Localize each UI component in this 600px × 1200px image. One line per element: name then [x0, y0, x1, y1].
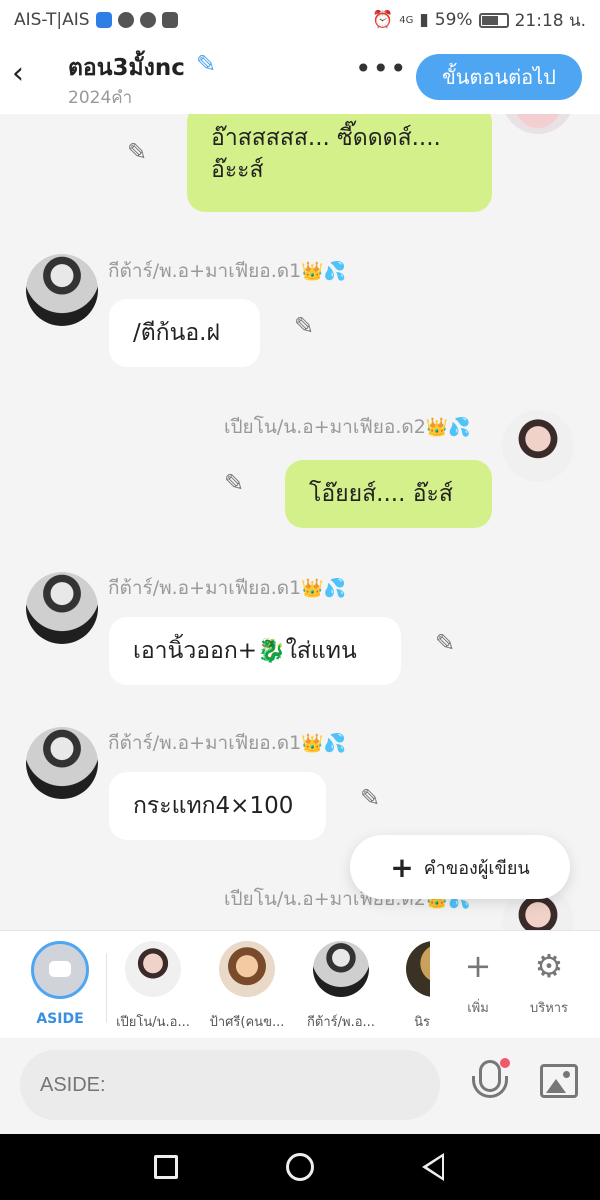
character-avatar	[406, 941, 430, 997]
message-text: เอานิ้วออก+🐉ใส่แทน	[133, 638, 357, 664]
word-count: 2024คำ	[68, 88, 133, 108]
add-label: เพิ่ม	[467, 1001, 489, 1016]
crown-splash-emoji: 👑💦	[301, 733, 346, 754]
carrier-label: AIS-T|AIS	[14, 10, 90, 30]
crown-splash-emoji: 👑💦	[301, 261, 346, 282]
message-text-line: อ๊ะะส์	[211, 157, 264, 183]
message-bubble[interactable]: เอานิ้วออก+🐉ใส่แทน	[109, 617, 401, 685]
recent-apps-button[interactable]	[154, 1155, 178, 1179]
character-name: กีต้าร์/พ.อ...	[307, 1015, 375, 1030]
divider	[106, 953, 107, 1023]
clock: 21:18 น.	[514, 10, 586, 31]
chat-area[interactable]: ✎ อ๊าสสสสส... ซี๊ดดดส์.... อ๊ะะส์ กีต้าร…	[0, 114, 600, 930]
gear-icon: ⚙	[534, 947, 564, 985]
manage-characters-button[interactable]: ⚙ บริหาร	[519, 941, 579, 1018]
sender-name: กีต้าร์/พ.อ+มาเฟียอ.ด1👑💦	[108, 260, 346, 282]
message-text: /ตีก้นอ.ฝ	[133, 320, 220, 346]
plus-icon: +	[390, 850, 414, 884]
character-bar: ASIDE เปียโน/น.อ... ป้าศรี(คนข... กีต้าร…	[0, 930, 600, 1038]
message-bubble[interactable]: อ๊าสสสสส... ซี๊ดดดส์.... อ๊ะะส์	[187, 114, 492, 212]
image-upload-button[interactable]	[540, 1064, 578, 1098]
character-item[interactable]: นิร	[390, 941, 430, 1032]
header: ‹ ตอน3มั้งnc ✎ 2024คำ ••• ขั้นตอนต่อไป	[0, 40, 600, 114]
message-bubble[interactable]: โอ๊ยยส์.... อ๊ะส์	[285, 460, 492, 528]
author-note-label: คำของผู้เขียน	[423, 857, 530, 879]
avatar-piano[interactable]	[502, 114, 574, 134]
shield-icon	[95, 12, 112, 28]
input-bar	[0, 1038, 600, 1134]
microphone-button[interactable]	[470, 1058, 510, 1108]
avatar-guitar[interactable]	[26, 727, 98, 799]
edit-message-icon[interactable]: ✎	[123, 138, 151, 166]
battery-icon	[478, 12, 509, 28]
home-button[interactable]	[286, 1153, 314, 1181]
more-menu-button[interactable]: •••	[355, 52, 408, 85]
message-input[interactable]	[20, 1050, 440, 1120]
system-back-button[interactable]	[422, 1153, 444, 1181]
network-label: 4G	[399, 14, 414, 26]
message-bubble[interactable]: /ตีก้นอ.ฝ	[109, 299, 260, 367]
edit-message-icon[interactable]: ✎	[220, 469, 248, 497]
status-bar: AIS-T|AIS ⏰ 4G ▮ 59% 21:18 น.	[0, 0, 600, 40]
character-name: เปียโน/น.อ...	[116, 1015, 190, 1030]
edit-message-icon[interactable]: ✎	[290, 312, 318, 340]
character-item[interactable]: เปียโน/น.อ...	[110, 941, 196, 1032]
alarm-icon: ⏰	[372, 10, 394, 30]
messenger-icon	[117, 12, 134, 28]
character-item[interactable]: ป้าศรี(คนข...	[204, 941, 290, 1032]
author-note-button[interactable]: + คำของผู้เขียน	[350, 835, 570, 899]
character-avatar	[125, 941, 181, 997]
message-text: กระแทก4×100	[133, 793, 294, 819]
character-item[interactable]: กีต้าร์/พ.อ...	[298, 941, 384, 1032]
message-text-line: อ๊าสสสสส... ซี๊ดดดส์....	[211, 125, 441, 151]
crown-splash-emoji: 👑💦	[425, 417, 471, 438]
sender-name: กีต้าร์/พ.อ+มาเฟียอ.ด1👑💦	[108, 577, 346, 599]
next-step-button[interactable]: ขั้นตอนต่อไป	[416, 54, 582, 100]
story-title[interactable]: ตอน3มั้งnc	[68, 50, 185, 86]
manage-label: บริหาร	[529, 1001, 569, 1016]
cloud-icon	[139, 12, 156, 28]
notification-dot	[500, 1058, 510, 1068]
signal-icon: ▮	[419, 10, 429, 30]
character-name: ป้าศรี(คนข...	[209, 1015, 285, 1030]
crown-splash-emoji: 👑💦	[301, 578, 346, 599]
microphone-stand	[472, 1076, 508, 1098]
plus-icon: +	[464, 947, 492, 985]
sender-name: กีต้าร์/พ.อ+มาเฟียอ.ด1👑💦	[108, 732, 346, 754]
character-avatar	[219, 941, 275, 997]
edit-title-icon[interactable]: ✎	[196, 50, 216, 78]
message-bubble[interactable]: กระแทก4×100	[109, 772, 326, 840]
character-avatar	[313, 941, 369, 997]
avatar-guitar[interactable]	[26, 254, 98, 326]
system-nav-bar	[0, 1134, 600, 1200]
message-text: โอ๊ยยส์.... อ๊ะส์	[309, 481, 453, 507]
edit-message-icon[interactable]: ✎	[356, 784, 384, 812]
aside-label: ASIDE	[36, 1011, 84, 1027]
back-button[interactable]: ‹	[12, 54, 42, 94]
avatar-guitar[interactable]	[26, 572, 98, 644]
sender-name: เปียโน/น.อ+มาเฟียอ.ด2👑💦	[224, 416, 471, 438]
edit-message-icon[interactable]: ✎	[431, 629, 459, 657]
character-name: นิร	[414, 1015, 430, 1030]
aside-character[interactable]: ASIDE	[30, 941, 90, 1027]
aside-icon	[31, 941, 89, 999]
battery-percent: 59%	[434, 10, 473, 30]
facebook-icon	[161, 12, 178, 28]
avatar-piano[interactable]	[502, 410, 574, 482]
add-character-button[interactable]: + เพิ่ม	[448, 941, 508, 1018]
